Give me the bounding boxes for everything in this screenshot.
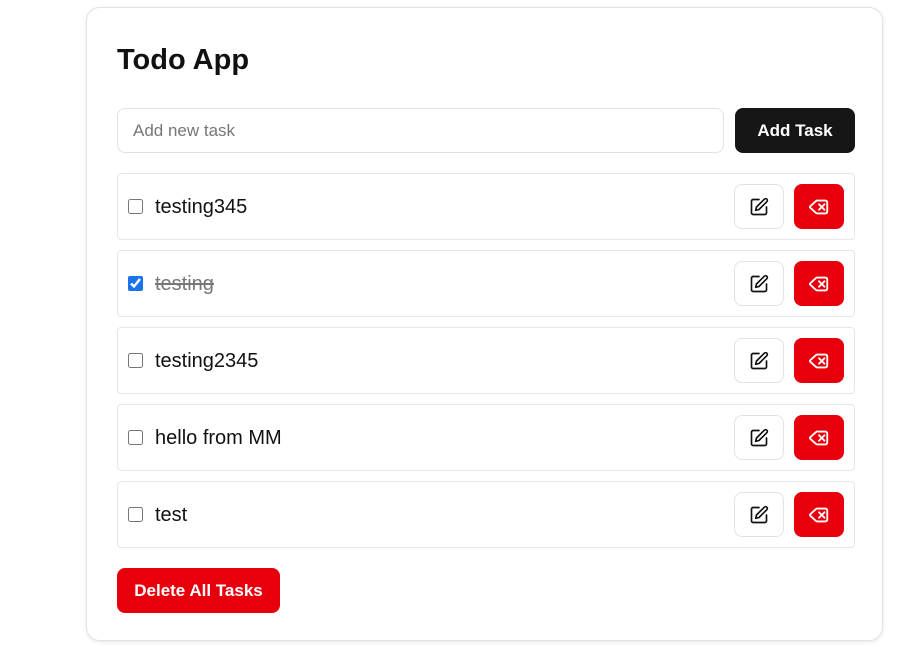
delete-all-tasks-button[interactable]: Delete All Tasks [117,568,280,613]
edit-task-button[interactable] [734,492,784,537]
task-item: testing [117,250,855,317]
edit-task-button[interactable] [734,184,784,229]
task-text: testing2345 [155,350,259,372]
task-list: testing345 testing testing2345 hello fro… [117,173,855,558]
task-checkbox[interactable] [128,430,143,445]
edit-icon [749,351,769,371]
delete-task-button[interactable] [794,415,844,460]
new-task-input[interactable] [117,108,724,153]
todo-card: Todo App Add Task testing345 testing [86,7,883,641]
backspace-delete-icon [808,427,830,449]
backspace-delete-icon [808,504,830,526]
delete-task-button[interactable] [794,492,844,537]
task-text: hello from MM [155,427,282,449]
task-item: testing345 [117,173,855,240]
task-item: testing2345 [117,327,855,394]
task-text: testing [155,273,214,295]
delete-task-button[interactable] [794,261,844,306]
edit-task-button[interactable] [734,338,784,383]
backspace-delete-icon [808,196,830,218]
task-item: hello from MM [117,404,855,471]
edit-task-button[interactable] [734,261,784,306]
edit-icon [749,505,769,525]
task-item: test [117,481,855,548]
task-checkbox[interactable] [128,353,143,368]
delete-task-button[interactable] [794,338,844,383]
backspace-delete-icon [808,350,830,372]
task-checkbox[interactable] [128,199,143,214]
edit-icon [749,428,769,448]
backspace-delete-icon [808,273,830,295]
task-checkbox[interactable] [128,507,143,522]
edit-task-button[interactable] [734,415,784,460]
delete-task-button[interactable] [794,184,844,229]
edit-icon [749,197,769,217]
task-text: testing345 [155,196,248,218]
task-checkbox[interactable] [128,276,143,291]
task-text: test [155,504,188,526]
page-title: Todo App [117,44,250,76]
edit-icon [749,274,769,294]
add-task-button[interactable]: Add Task [735,108,855,153]
